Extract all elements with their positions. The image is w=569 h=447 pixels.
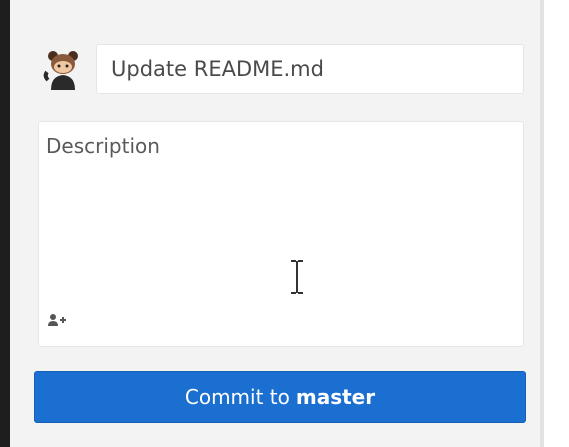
right-background bbox=[544, 0, 569, 447]
commit-summary-value: Update README.md bbox=[111, 57, 324, 81]
commit-button-branch: master bbox=[295, 385, 376, 409]
commit-description-textarea[interactable]: Description bbox=[38, 121, 524, 347]
octocat-avatar-icon bbox=[38, 44, 88, 94]
commit-button-prefix: Commit to bbox=[184, 385, 290, 409]
commit-button[interactable]: Commit to master bbox=[34, 371, 526, 423]
text-cursor-icon bbox=[287, 259, 307, 295]
description-placeholder: Description bbox=[46, 134, 160, 158]
left-window-border bbox=[0, 0, 10, 447]
add-coauthor-icon[interactable] bbox=[47, 312, 69, 328]
commit-summary-input[interactable]: Update README.md bbox=[96, 44, 524, 94]
